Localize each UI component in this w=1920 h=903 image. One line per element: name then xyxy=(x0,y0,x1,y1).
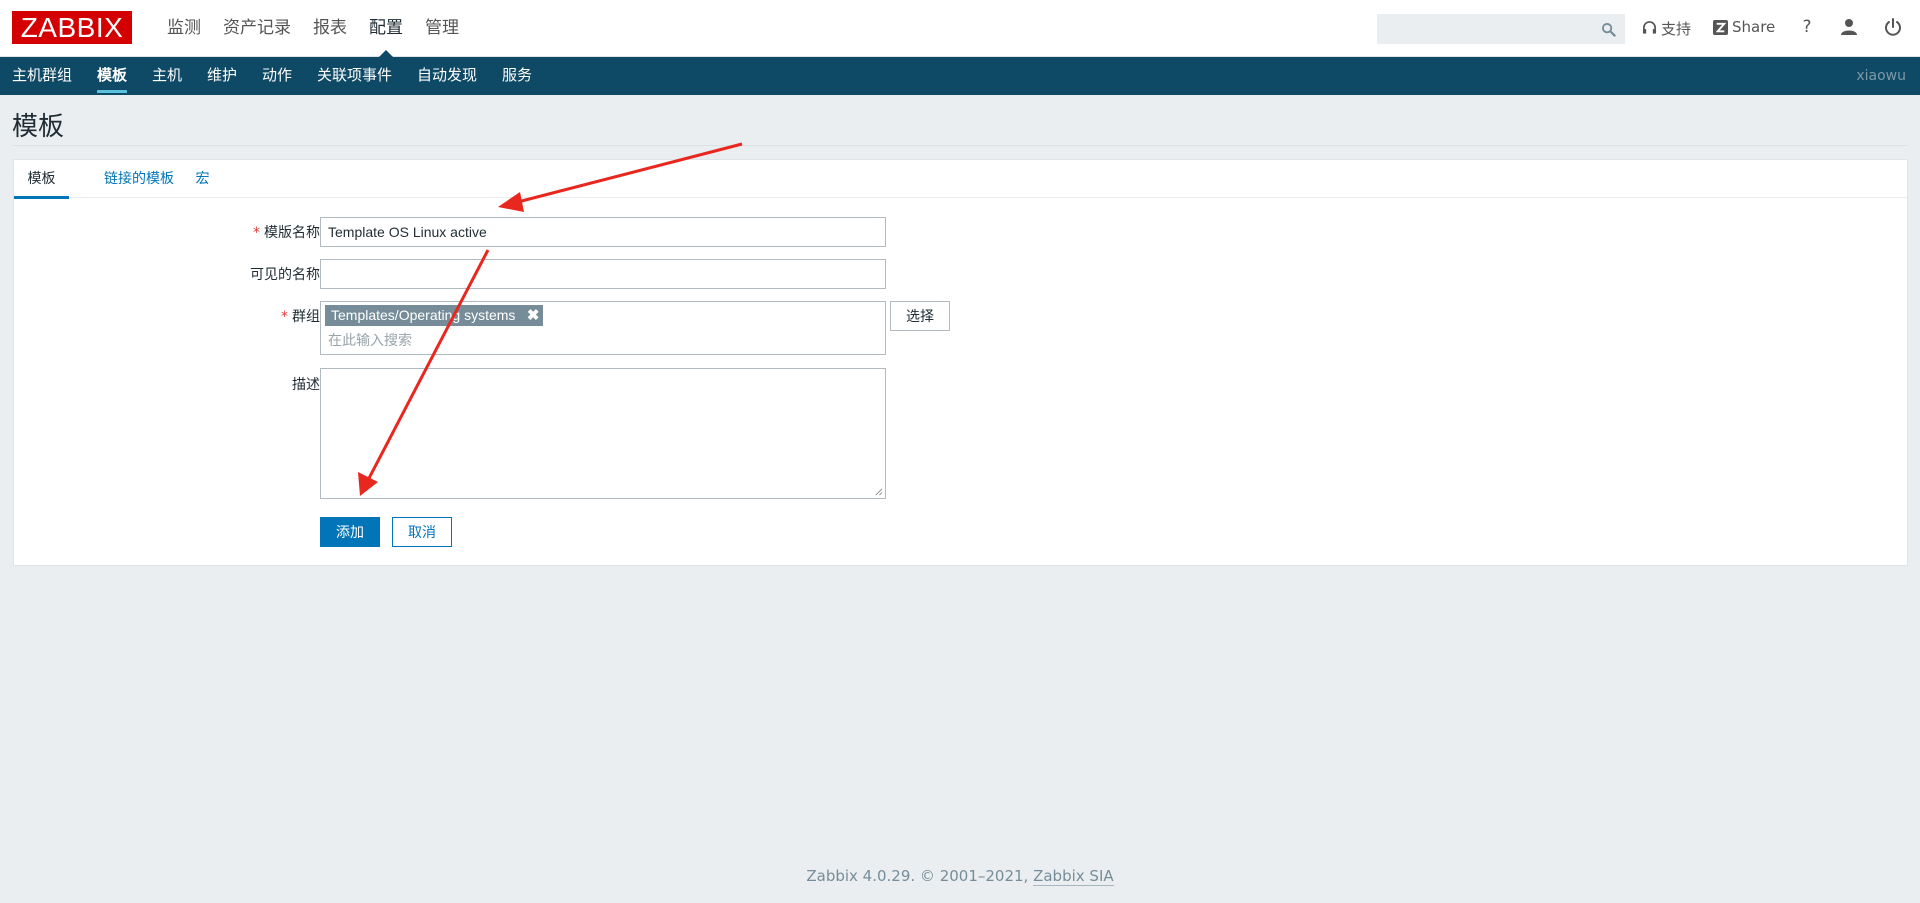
menu-item-configuration[interactable]: 配置 xyxy=(358,0,414,57)
subnav-label: 模板 xyxy=(97,66,128,84)
subnav-templates[interactable]: 模板 xyxy=(97,57,128,95)
share-label: Share xyxy=(1732,18,1776,36)
zabbix-share-icon xyxy=(1713,19,1728,35)
subnav-discovery[interactable]: 自动发现 xyxy=(417,57,477,95)
subnav-actions[interactable]: 动作 xyxy=(262,57,292,95)
footer-company-link[interactable]: Zabbix SIA xyxy=(1033,867,1114,886)
main-menu: 监测 资产记录 报表 配置 管理 xyxy=(156,0,470,57)
menu-item-administration[interactable]: 管理 xyxy=(414,0,470,57)
groups-search-placeholder[interactable]: 在此输入搜索 xyxy=(328,330,412,350)
select-groups-button[interactable]: 选择 xyxy=(890,301,950,331)
tab-macros[interactable]: 宏 xyxy=(180,160,225,198)
tab-template[interactable]: 模板 xyxy=(14,160,69,199)
subnav-label: 动作 xyxy=(262,66,293,84)
zabbix-logo[interactable]: ZABBIX xyxy=(12,11,132,44)
description-label: 描述 xyxy=(292,377,320,393)
template-name-label: * 模版名称 xyxy=(80,222,320,242)
support-label: 支持 xyxy=(1661,20,1692,38)
add-button[interactable]: 添加 xyxy=(320,517,380,547)
share-link[interactable]: Share xyxy=(1713,18,1775,36)
sub-navigation: 主机群组 模板 主机 维护 动作 关联项事件 自动发现 服务 xiaowu xyxy=(0,57,1920,95)
subnav-label: 主机 xyxy=(152,66,183,84)
subnav-services[interactable]: 服务 xyxy=(502,57,532,95)
visible-name-input[interactable] xyxy=(320,259,886,289)
headset-icon xyxy=(1642,21,1657,34)
label-text: 模版名称 xyxy=(264,225,320,241)
subnav-host-groups[interactable]: 主机群组 xyxy=(12,57,72,95)
group-tag: Templates/Operating systems ✖ xyxy=(325,305,544,326)
footer-copyright: Zabbix 4.0.29. © 2001–2021, xyxy=(806,867,1034,885)
top-header: ZABBIX 监测 资产记录 报表 配置 管理 支持 Share ? xyxy=(0,0,1920,57)
user-profile-icon[interactable] xyxy=(1839,17,1859,37)
form-tabs: 模板 链接的模板 宏 xyxy=(14,160,1907,199)
global-search xyxy=(1377,14,1625,44)
page-title: 模板 xyxy=(12,112,65,142)
required-asterisk: * xyxy=(281,309,288,325)
search-input[interactable] xyxy=(1378,15,1588,43)
footer: Zabbix 4.0.29. © 2001–2021, Zabbix SIA xyxy=(0,867,1920,886)
subnav-maintenance[interactable]: 维护 xyxy=(207,57,237,95)
support-link[interactable]: 支持 xyxy=(1642,18,1691,39)
subnav-hosts[interactable]: 主机 xyxy=(152,57,182,95)
subnav-event-correlation[interactable]: 关联项事件 xyxy=(317,57,392,95)
cancel-button[interactable]: 取消 xyxy=(392,517,452,547)
required-asterisk: * xyxy=(253,225,260,241)
template-name-input[interactable] xyxy=(320,217,886,247)
groups-multiselect[interactable]: Templates/Operating systems ✖ 在此输入搜索 xyxy=(320,301,886,355)
current-user[interactable]: xiaowu xyxy=(1856,57,1906,95)
groups-label: * 群组 xyxy=(80,306,320,326)
search-icon[interactable] xyxy=(1601,22,1616,37)
help-icon[interactable]: ? xyxy=(1797,17,1817,37)
tab-linked-templates[interactable]: 链接的模板 xyxy=(82,160,196,198)
subnav-label: 自动发现 xyxy=(417,66,478,84)
resize-grip-icon[interactable] xyxy=(874,487,883,496)
template-form-panel: 模板 链接的模板 宏 *模版名称 可见的名称 *群组 Templates/Ope… xyxy=(13,159,1908,566)
description-textarea[interactable] xyxy=(320,368,886,499)
subnav-label: 主机群组 xyxy=(12,66,73,84)
menu-item-inventory[interactable]: 资产记录 xyxy=(212,0,302,57)
subnav-label: 服务 xyxy=(502,66,533,84)
remove-tag-icon[interactable]: ✖ xyxy=(527,305,540,326)
menu-item-monitoring[interactable]: 监测 xyxy=(156,0,212,57)
menu-item-reports[interactable]: 报表 xyxy=(302,0,358,57)
power-logout-icon[interactable] xyxy=(1883,17,1903,37)
subnav-label: 关联项事件 xyxy=(317,66,393,84)
subnav-label: 维护 xyxy=(207,66,238,84)
group-tag-label: Templates/Operating systems xyxy=(331,307,516,323)
title-divider xyxy=(12,145,1908,146)
active-indicator xyxy=(97,90,128,93)
visible-name-label: 可见的名称 xyxy=(250,267,320,283)
label-text: 群组 xyxy=(292,309,320,325)
